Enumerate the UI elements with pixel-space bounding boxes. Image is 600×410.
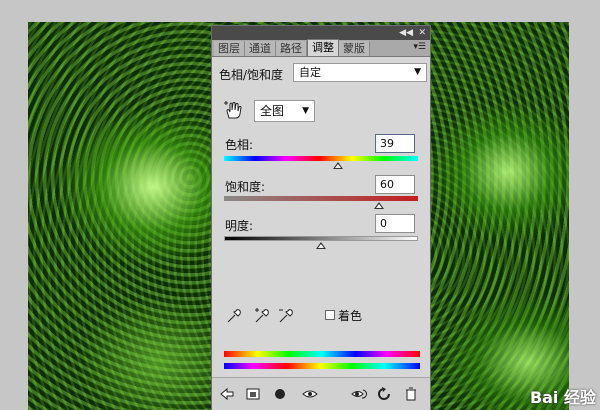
preset-dropdown[interactable]: 自定 ▼ <box>293 63 427 82</box>
preset-row: 色相/饱和度 自定 ▼ <box>217 63 427 83</box>
tab-layers[interactable]: 图层 <box>214 41 245 56</box>
panel-tabs: 图层 通道 路径 调整 蒙版 ▾☰ <box>212 39 430 57</box>
channel-dropdown[interactable]: 全图 ▼ <box>254 100 315 122</box>
eyedropper-plus-icon[interactable] <box>254 307 270 324</box>
tab-paths[interactable]: 路径 <box>276 41 307 56</box>
hue-slider-track[interactable] <box>224 156 418 161</box>
back-arrow-icon[interactable] <box>219 386 235 402</box>
saturation-input[interactable]: 60 <box>375 175 415 194</box>
input-color-bar <box>224 351 420 357</box>
hue-label: 色相: <box>225 138 254 152</box>
adjustments-panel: ◀◀ ✕ 图层 通道 路径 调整 蒙版 ▾☰ 色相/饱和度 自定 ▼ 全图 ▼ … <box>211 25 431 410</box>
panel-footer <box>212 377 430 410</box>
panel-titlebar[interactable]: ◀◀ ✕ <box>212 26 430 40</box>
reset-icon[interactable] <box>376 386 392 402</box>
hue-input[interactable]: 39 <box>375 134 415 153</box>
watermark-logo: Bai 经验 <box>529 388 596 407</box>
expanded-view-icon[interactable] <box>245 386 261 402</box>
collapse-double-chevron-icon[interactable]: ◀◀ <box>399 27 413 39</box>
targeted-adjustment-hand-icon[interactable] <box>223 100 245 120</box>
saturation-slider-thumb[interactable] <box>374 202 385 209</box>
colorize-checkbox[interactable] <box>325 310 335 320</box>
chevron-down-icon: ▼ <box>414 67 421 77</box>
lightness-slider-thumb[interactable] <box>316 242 326 249</box>
saturation-slider-track[interactable] <box>224 196 418 201</box>
hue-slider-thumb[interactable] <box>333 162 344 169</box>
lightness-label: 明度: <box>225 219 254 233</box>
trash-icon[interactable] <box>403 386 419 402</box>
clip-to-layer-icon[interactable] <box>272 386 288 402</box>
view-previous-state-icon[interactable] <box>351 386 367 402</box>
tab-masks[interactable]: 蒙版 <box>339 41 370 56</box>
preset-value: 自定 <box>299 66 321 79</box>
output-color-bar <box>224 363 420 369</box>
eye-icon[interactable] <box>302 386 318 402</box>
channel-value: 全图 <box>260 104 285 118</box>
tools-row: 着色 <box>226 307 416 325</box>
lightness-slider-track[interactable] <box>224 236 418 241</box>
tab-adjustments[interactable]: 调整 <box>307 39 339 56</box>
adjustment-title: 色相/饱和度 <box>219 68 284 82</box>
saturation-label: 饱和度: <box>225 180 266 194</box>
tab-channels[interactable]: 通道 <box>245 41 276 56</box>
close-icon[interactable]: ✕ <box>418 27 426 39</box>
colorize-label: 着色 <box>338 309 363 323</box>
eyedropper-icon[interactable] <box>226 307 242 324</box>
eyedropper-minus-icon[interactable] <box>278 307 294 324</box>
panel-menu-icon[interactable]: ▾☰ <box>413 42 426 52</box>
chevron-down-icon: ▼ <box>302 106 309 116</box>
lightness-input[interactable]: 0 <box>375 214 415 233</box>
